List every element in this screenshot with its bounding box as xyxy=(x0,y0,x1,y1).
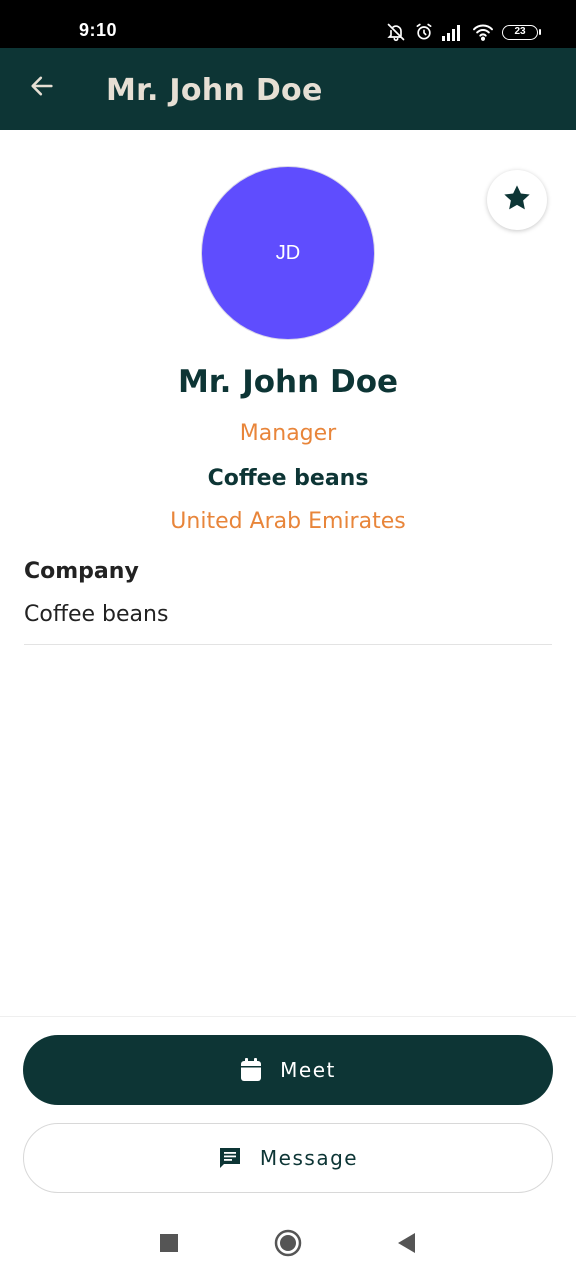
message-label: Message xyxy=(259,1146,359,1170)
star-icon xyxy=(501,182,533,219)
battery-icon: 23 xyxy=(502,24,541,40)
contact-country: United Arab Emirates xyxy=(170,509,406,534)
field-divider xyxy=(24,644,552,645)
status-bar: 9:10 23 xyxy=(0,0,576,48)
meet-label: Meet xyxy=(280,1058,336,1082)
recents-square-icon xyxy=(160,1233,178,1257)
status-time: 9:10 xyxy=(79,20,118,40)
meet-button[interactable]: Meet xyxy=(23,1035,553,1105)
page-title: Mr. John Doe xyxy=(106,73,323,108)
company-field-value: Coffee beans xyxy=(24,602,169,627)
wifi-icon xyxy=(472,23,494,41)
bell-off-icon xyxy=(386,22,406,42)
system-nav-bar xyxy=(0,1210,576,1280)
favorite-button[interactable] xyxy=(487,170,547,230)
avatar-initials: JD xyxy=(275,241,301,264)
app-bar: Mr. John Doe xyxy=(0,48,576,130)
home-circle-icon xyxy=(274,1229,302,1262)
message-button[interactable]: Message xyxy=(23,1123,553,1193)
back-nav-button[interactable] xyxy=(389,1228,423,1262)
arrow-left-icon xyxy=(28,72,56,105)
contact-name: Mr. John Doe xyxy=(177,364,399,400)
contact-role: Manager xyxy=(239,421,337,446)
chat-icon xyxy=(218,1146,242,1170)
company-field-label: Company xyxy=(24,559,139,584)
signal-icon xyxy=(442,23,464,41)
avatar: JD xyxy=(201,166,375,340)
status-icons: 23 xyxy=(386,20,541,44)
calendar-icon xyxy=(240,1058,262,1082)
recents-button[interactable] xyxy=(152,1228,186,1262)
contact-company: Coffee beans xyxy=(207,466,369,491)
back-button[interactable] xyxy=(22,68,62,108)
actions-divider xyxy=(0,1016,576,1017)
home-button[interactable] xyxy=(271,1228,305,1262)
back-triangle-icon xyxy=(396,1232,416,1259)
alarm-icon xyxy=(414,22,434,42)
